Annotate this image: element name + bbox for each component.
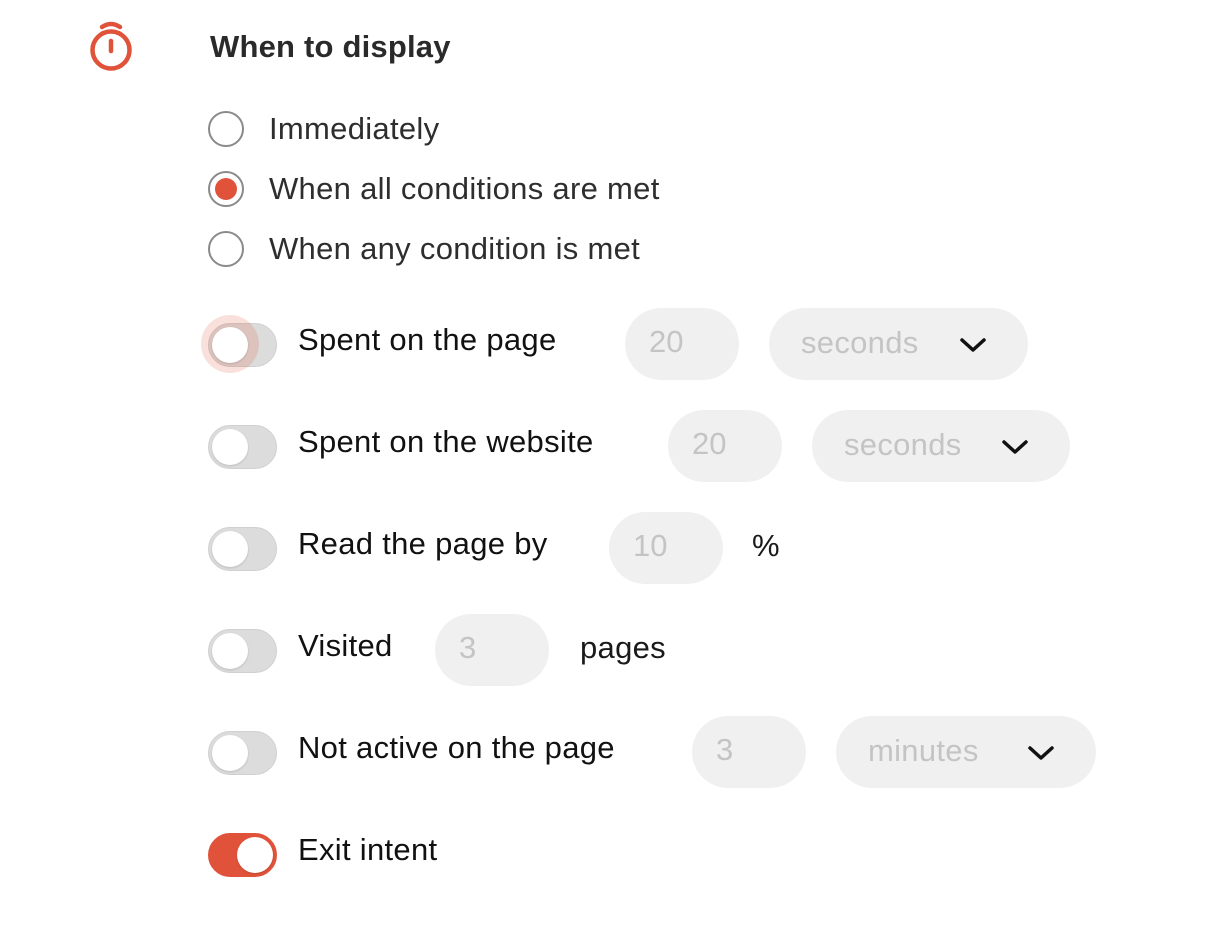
spent-on-website-toggle[interactable]: [208, 425, 277, 469]
read-page-value-input[interactable]: 10: [609, 512, 723, 584]
visited-value-input[interactable]: 3: [435, 614, 549, 686]
not-active-toggle[interactable]: [208, 731, 277, 775]
radio-option-any-condition[interactable]: When any condition is met: [208, 230, 640, 268]
condition-not-active: Not active on the page 3 minutes: [208, 716, 1108, 788]
radio-label: Immediately: [269, 111, 440, 146]
radio-option-all-conditions[interactable]: When all conditions are met: [208, 170, 660, 208]
condition-label: Exit intent: [298, 832, 438, 867]
toggle-knob: [212, 327, 248, 363]
spent-on-website-value-input[interactable]: 20: [668, 410, 782, 482]
stopwatch-icon: [90, 21, 132, 71]
percent-suffix: %: [752, 528, 780, 563]
toggle-knob: [212, 633, 248, 669]
spent-on-page-unit-select[interactable]: seconds: [769, 308, 1028, 380]
condition-label: Spent on the page: [298, 322, 557, 357]
toggle-knob: [212, 531, 248, 567]
spent-on-page-toggle[interactable]: [201, 315, 277, 373]
exit-intent-toggle[interactable]: [208, 833, 277, 877]
visited-toggle[interactable]: [208, 629, 277, 673]
condition-visited: Visited 3 pages: [208, 614, 708, 686]
not-active-value-input[interactable]: 3: [692, 716, 806, 788]
toggle-knob: [237, 837, 273, 873]
spent-on-page-value-input[interactable]: 20: [625, 308, 739, 380]
radio-label: When all conditions are met: [269, 171, 660, 206]
condition-label: Not active on the page: [298, 730, 615, 765]
chevron-down-icon: [1028, 746, 1054, 760]
select-value: minutes: [868, 733, 979, 768]
radio-button[interactable]: [208, 231, 244, 267]
condition-exit-intent: Exit intent: [208, 818, 608, 890]
condition-spent-on-website: Spent on the website 20 seconds: [208, 410, 1078, 482]
chevron-down-icon: [1002, 440, 1028, 454]
radio-label: When any condition is met: [269, 231, 641, 266]
select-value: seconds: [801, 325, 919, 360]
condition-label: Spent on the website: [298, 424, 594, 459]
radio-button[interactable]: [208, 111, 244, 147]
radio-button-checked[interactable]: [208, 171, 244, 207]
toggle-knob: [212, 735, 248, 771]
section-title: When to display: [210, 29, 451, 64]
not-active-unit-select[interactable]: minutes: [836, 716, 1096, 788]
when-to-display-panel: When to display Immediately When all con…: [0, 0, 1222, 931]
condition-read-page: Read the page by 10 %: [208, 512, 808, 584]
read-page-toggle[interactable]: [208, 527, 277, 571]
radio-option-immediately[interactable]: Immediately: [208, 110, 439, 148]
condition-label: Read the page by: [298, 526, 548, 561]
select-value: seconds: [844, 427, 962, 462]
spent-on-website-unit-select[interactable]: seconds: [812, 410, 1070, 482]
chevron-down-icon: [960, 338, 986, 352]
pages-suffix: pages: [580, 630, 666, 665]
condition-spent-on-page: Spent on the page 20 seconds: [201, 308, 1038, 380]
condition-label: Visited: [298, 628, 393, 663]
toggle-knob: [212, 429, 248, 465]
